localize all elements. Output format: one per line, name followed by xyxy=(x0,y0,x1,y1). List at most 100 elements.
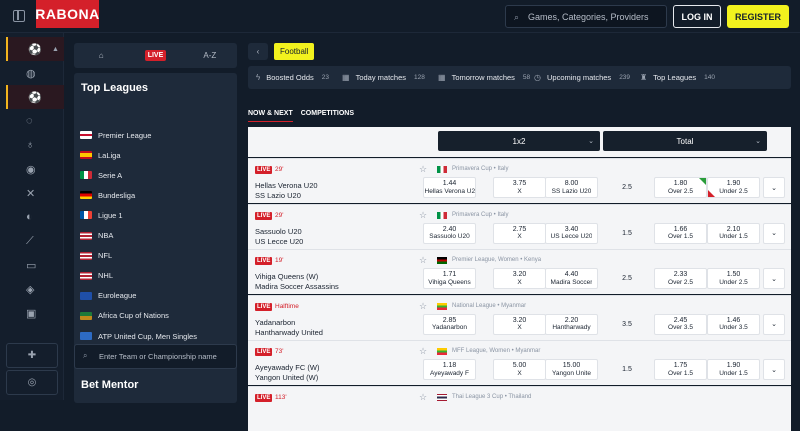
match-row[interactable]: LIVE 29' ☆ Primavera Cup • Italy Hellas Vero… xyxy=(248,158,791,203)
more-markets-button[interactable]: ⌄ xyxy=(763,222,785,244)
market-total-dropdown[interactable]: Total ⌄ xyxy=(603,131,767,151)
tab-now-next[interactable]: NOW & NEXT xyxy=(248,110,293,122)
total-line: 2.5 xyxy=(622,184,632,191)
total-odd-button[interactable]: 1.46 Under 3.5 xyxy=(707,313,760,335)
market-1x2-dropdown[interactable]: 1x2 ⌄ xyxy=(438,131,600,151)
tab-home[interactable]: ⌂ xyxy=(74,43,128,68)
total-odd-button[interactable]: 1.66 Over 1.5 xyxy=(654,222,707,244)
odd-button[interactable]: 3.75 X xyxy=(493,177,546,198)
odd-value: 4.40 xyxy=(564,271,579,279)
favorite-star-icon[interactable]: ☆ xyxy=(419,392,427,403)
match-row[interactable]: LIVE 73' ☆ MFF League, Women • Myanmar Ayeya… xyxy=(248,340,791,385)
rail-volleyball[interactable]: ◐ xyxy=(6,205,64,229)
total-odd-button[interactable]: 2.33 Over 2.5 xyxy=(654,268,707,289)
rail-football[interactable]: ⚽ xyxy=(6,85,64,109)
more-markets-button[interactable]: ⌄ xyxy=(763,313,785,335)
match-row[interactable]: LIVE 113' ☆ Thai League 3 Cup • Thailand xyxy=(248,385,791,431)
odd-button[interactable]: 4.40 Madira Soccer xyxy=(545,268,598,289)
league-label: Africa Cup of Nations xyxy=(98,311,169,321)
odd-button[interactable]: 1.71 Vihiga Queens xyxy=(423,268,476,289)
filter-top-leagues[interactable]: ♜ Top Leagues 140 xyxy=(640,66,715,89)
odd-value: 1.80 xyxy=(673,180,688,188)
league-item[interactable]: Euroleague xyxy=(80,286,230,306)
rail-badminton[interactable]: ⟋ xyxy=(6,229,64,253)
match-row[interactable]: LIVE 19' ☆ Premier League, Women • Kenya Vih… xyxy=(248,249,791,294)
odd-button[interactable]: 3.20 X xyxy=(493,313,546,335)
top-bar: RABONA ⌕ Games, Categories, Providers LO… xyxy=(0,0,800,33)
odds-format-selector[interactable]: ◎ xyxy=(6,370,58,395)
league-item[interactable]: NHL xyxy=(80,266,230,286)
favorite-star-icon[interactable]: ☆ xyxy=(419,301,427,312)
tab-competitions[interactable]: COMPETITIONS xyxy=(301,110,354,122)
tab-live[interactable]: LIVE xyxy=(128,43,182,68)
rabona-logo[interactable]: RABONA xyxy=(35,0,99,28)
total-odd-button[interactable]: 1.75 Over 1.5 xyxy=(654,359,707,380)
total-odd-button[interactable]: 1.90 Under 2.5 xyxy=(707,177,760,198)
league-item[interactable]: Ligue 1 xyxy=(80,205,230,225)
rail-basketball[interactable]: ◉ xyxy=(6,157,64,181)
login-button[interactable]: LOG IN xyxy=(673,5,721,28)
breadcrumb-football[interactable]: Football xyxy=(274,43,315,60)
total-odd-button[interactable]: 2.45 Over 3.5 xyxy=(654,313,707,335)
odd-button[interactable]: 2.20 Hantharwady xyxy=(545,313,598,335)
odd-button[interactable]: 2.85 Yadanarbon xyxy=(423,313,476,335)
rail-hockey[interactable]: ✕ xyxy=(6,181,64,205)
league-item[interactable]: ATP United Cup, Men Singles xyxy=(80,326,230,346)
rail-football-expanded[interactable]: ⚽ ▲ xyxy=(6,37,64,61)
league-item[interactable]: Premier League xyxy=(80,125,230,145)
odd-button[interactable]: 15.00 Yangon Unite xyxy=(545,359,598,380)
odd-button[interactable]: 3.20 X xyxy=(493,268,546,289)
team-search-input[interactable]: ⌕ Enter Team or Championship name xyxy=(74,344,237,369)
odd-button[interactable]: 3.40 US Lecce U20 xyxy=(545,222,598,244)
league-item[interactable]: NBA xyxy=(80,226,230,246)
language-selector[interactable]: ✚ xyxy=(6,343,58,368)
odd-button[interactable]: 8.00 SS Lazio U20 xyxy=(545,177,598,198)
total-odd-button[interactable]: 2.10 Under 1.5 xyxy=(707,222,760,244)
odd-button[interactable]: 5.00 X xyxy=(493,359,546,380)
odd-value: 2.20 xyxy=(564,316,579,324)
search-placeholder: Games, Categories, Providers xyxy=(528,11,649,22)
odd-button[interactable]: 2.75 X xyxy=(493,222,546,244)
tab-a-z[interactable]: A-Z xyxy=(183,43,237,68)
rail-tennis[interactable]: ◍ xyxy=(6,61,64,85)
league-item[interactable]: LaLiga xyxy=(80,145,230,165)
filter-label: Upcoming matches xyxy=(546,73,612,82)
filter-today-matches[interactable]: ▦ Today matches 128 xyxy=(342,66,425,89)
total-odd-button[interactable]: 1.50 Under 2.5 xyxy=(707,268,760,289)
odd-button[interactable]: 2.40 Sassuolo U20 xyxy=(423,222,476,244)
filter-boosted-odds[interactable]: ϟ Boosted Odds 23 xyxy=(256,66,329,89)
more-markets-button[interactable]: ⌄ xyxy=(763,268,785,289)
favorite-star-icon[interactable]: ☆ xyxy=(419,164,427,175)
rail-cs[interactable]: ▣ xyxy=(6,301,64,325)
league-item[interactable]: Serie A xyxy=(80,165,230,185)
england-flag-icon xyxy=(80,131,92,139)
league-item[interactable]: Africa Cup of Nations xyxy=(80,306,230,326)
filter-tomorrow-matches[interactable]: ▦ Tomorrow matches 58 xyxy=(438,66,530,89)
league-item[interactable]: NFL xyxy=(80,246,230,266)
favorite-star-icon[interactable]: ☆ xyxy=(419,210,427,221)
register-button[interactable]: REGISTER xyxy=(727,5,789,28)
favorite-star-icon[interactable]: ☆ xyxy=(419,255,427,266)
match-row[interactable]: LIVE Halftime ☆ National League • Myanmar Ya… xyxy=(248,294,791,340)
league-label: NBA xyxy=(98,231,114,240)
odd-button[interactable]: 1.18 Ayeyawady F xyxy=(423,359,476,380)
rail-baseball[interactable]: ◌ xyxy=(6,109,64,133)
sidebar-toggle-icon[interactable] xyxy=(13,10,25,22)
odd-button[interactable]: 1.44 Hellas Verona U20 xyxy=(423,177,476,198)
rail-esports[interactable]: ▭ xyxy=(6,253,64,277)
match-minute: Halftime xyxy=(275,302,299,310)
back-button[interactable]: ‹ xyxy=(248,43,268,60)
rail-snooker[interactable]: ◈ xyxy=(6,277,64,301)
rail-table-tennis[interactable]: ♁ xyxy=(6,133,64,157)
filter-upcoming-matches[interactable]: ◷ Upcoming matches 239 xyxy=(534,66,630,89)
casino-search-input[interactable]: ⌕ Games, Categories, Providers xyxy=(505,5,667,28)
more-markets-button[interactable]: ⌄ xyxy=(763,359,785,380)
match-row[interactable]: LIVE 29' ☆ Primavera Cup • Italy Sassuolo U2… xyxy=(248,203,791,249)
italy-flag-icon xyxy=(437,166,447,173)
league-item[interactable]: Bundesliga xyxy=(80,185,230,205)
favorite-star-icon[interactable]: ☆ xyxy=(419,346,427,357)
total-odd-button[interactable]: 1.80 Over 2.5 xyxy=(654,177,707,198)
more-markets-button[interactable]: ⌄ xyxy=(763,177,785,198)
odd-value: 3.20 xyxy=(512,316,527,324)
total-odd-button[interactable]: 1.90 Under 1.5 xyxy=(707,359,760,380)
